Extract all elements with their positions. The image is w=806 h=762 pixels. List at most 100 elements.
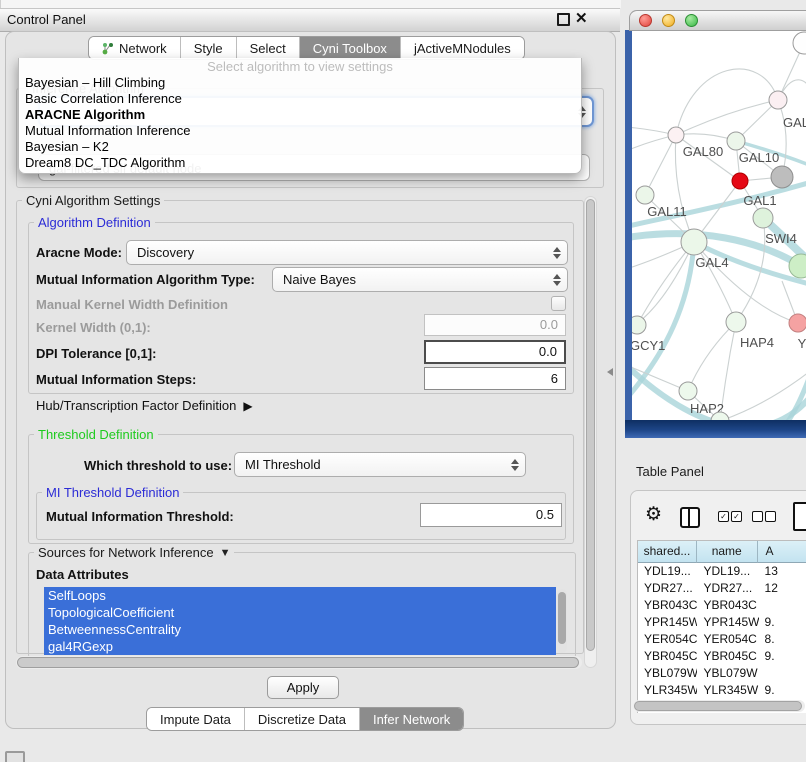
network-edge[interactable] (645, 135, 676, 195)
column-header-a[interactable]: A (758, 541, 806, 563)
network-edge[interactable] (676, 69, 778, 135)
attributes-scrollbar-thumb[interactable] (558, 592, 566, 644)
network-node-gal80[interactable] (668, 127, 684, 143)
network-canvas[interactable]: GALGAL80GAL10GAL1GAL11SWI4GAL4GCY1HAP4YH… (632, 31, 806, 420)
data-attributes-list[interactable]: SelfLoopsTopologicalCoefficientBetweenne… (44, 587, 556, 655)
mi-threshold-input[interactable]: 0.5 (420, 503, 562, 527)
table-scrollbar-thumb[interactable] (634, 701, 802, 711)
algorithm-option-mutual-information-inference[interactable]: Mutual Information Inference (19, 123, 581, 139)
table-cell: YBL079W (697, 665, 758, 682)
attributes-scrollbar[interactable] (557, 589, 567, 653)
tab-select[interactable]: Select (236, 37, 299, 59)
network-node-gal10[interactable] (727, 132, 745, 150)
checked-checkbox-icon[interactable]: ✓ (718, 511, 729, 522)
node-label-gal10: GAL10 (739, 150, 779, 165)
table-row[interactable]: YPR145WYPR145W9. (638, 614, 806, 631)
sources-label[interactable]: Sources for Network Inference▼ (34, 545, 234, 560)
vertical-scrollbar[interactable] (584, 196, 597, 668)
checked-checkbox-icon[interactable]: ✓ (731, 511, 742, 522)
aracne-mode-label: Aracne Mode: (36, 245, 122, 260)
algorithm-option-basic-correlation-inference[interactable]: Basic Correlation Inference (19, 91, 581, 107)
table-row[interactable]: YDL19...YDL19...13 (638, 563, 806, 580)
table-cell: YLR345W (638, 682, 697, 699)
sources-label-text: Sources for Network Inference (38, 545, 214, 560)
hub-definition-expander[interactable]: Hub/Transcription Factor Definition▶ (36, 398, 253, 413)
splitter-arrow-icon[interactable] (607, 368, 613, 376)
dpi-tolerance-input[interactable]: 0.0 (424, 340, 566, 364)
network-window-titlebar[interactable] (629, 10, 806, 31)
network-node-hap4[interactable] (726, 312, 746, 332)
document-icon[interactable] (793, 502, 806, 531)
minimize-traffic-light-icon[interactable] (662, 14, 675, 27)
algorithm-option-dream8-dc-tdc-algorithm[interactable]: Dream8 DC_TDC Algorithm (19, 155, 581, 171)
mi-algorithm-type-combo[interactable]: Naive Bayes (272, 267, 568, 292)
network-edge[interactable] (688, 322, 736, 391)
attribute-item-betweennesscentrality[interactable]: BetweennessCentrality (44, 621, 556, 638)
close-icon[interactable]: ✕ (575, 8, 588, 30)
attribute-item-gal4rgexp[interactable]: gal4RGexp (44, 638, 556, 655)
tab-impute-data[interactable]: Impute Data (147, 708, 244, 730)
tab-network[interactable]: Network (89, 37, 180, 59)
table-horizontal-scrollbar[interactable] (633, 700, 805, 712)
kernel-width-label: Kernel Width (0,1): (36, 320, 151, 335)
network-node-hap2[interactable] (679, 382, 697, 400)
table-cell: YBR043C (697, 597, 758, 614)
apply-button[interactable]: Apply (267, 676, 339, 699)
float-window-icon[interactable] (557, 13, 570, 26)
algorithm-option-aracne-algorithm[interactable]: ARACNE Algorithm (19, 107, 581, 123)
tab-jactivemnodules[interactable]: jActiveMNodules (400, 37, 524, 59)
network-node-gal11[interactable] (636, 186, 654, 204)
tab-label: Infer Network (373, 712, 450, 727)
aracne-mode-combo[interactable]: Discovery (126, 240, 568, 265)
panel-corner-icon[interactable] (5, 751, 25, 762)
algorithm-option-bayesian-k2[interactable]: Bayesian – K2 (19, 139, 581, 155)
gear-icon[interactable]: ⚙ (645, 503, 662, 526)
table-row[interactable]: YBR043CYBR043C (638, 597, 806, 614)
which-threshold-combo[interactable]: MI Threshold (234, 452, 526, 477)
close-traffic-light-icon[interactable] (639, 14, 652, 27)
algorithm-definition-label: Algorithm Definition (34, 215, 155, 230)
network-edge[interactable] (736, 218, 765, 322)
table-row[interactable]: YDR27...YDR27...12 (638, 580, 806, 597)
unchecked-checkbox-icon[interactable] (752, 511, 763, 522)
manual-kernel-width-checkbox[interactable] (551, 296, 566, 311)
vertical-scrollbar-thumb[interactable] (586, 199, 595, 651)
network-edge[interactable] (676, 100, 778, 135)
network-node-gal1[interactable] (732, 173, 748, 189)
column-header-shared[interactable]: shared... (638, 541, 697, 563)
table-cell: YER054C (697, 631, 758, 648)
control-panel-titlebar[interactable] (0, 8, 620, 32)
network-node-swi4[interactable] (753, 208, 773, 228)
table-row[interactable]: YER054CYER054C8. (638, 631, 806, 648)
network-node-gal[interactable] (769, 91, 787, 109)
tab-discretize-data[interactable]: Discretize Data (244, 708, 359, 730)
table-row[interactable]: YBL079WYBL079W (638, 665, 806, 682)
network-edge[interactable] (778, 100, 786, 177)
network-node[interactable] (771, 166, 793, 188)
table-row[interactable]: YLR345WYLR345W9. (638, 682, 806, 699)
node-label-y: Y (798, 336, 806, 351)
algorithm-option-bayesian-hill-climbing[interactable]: Bayesian – Hill Climbing (19, 75, 581, 91)
table-cell: YDR27... (697, 580, 758, 597)
attribute-item-topologicalcoefficient[interactable]: TopologicalCoefficient (44, 604, 556, 621)
mi-algorithm-type-value: Naive Bayes (283, 272, 356, 287)
columns-icon[interactable] (680, 507, 700, 528)
table-row[interactable]: YBR045CYBR045C9. (638, 648, 806, 665)
tab-cyni-toolbox[interactable]: Cyni Toolbox (299, 37, 400, 59)
network-node-y[interactable] (789, 314, 806, 332)
network-node[interactable] (793, 32, 806, 54)
mi-steps-input[interactable]: 6 (424, 367, 566, 390)
horizontal-scrollbar-thumb[interactable] (17, 657, 579, 668)
column-header-name[interactable]: name (697, 541, 758, 563)
kernel-width-input[interactable]: 0.0 (424, 314, 566, 336)
horizontal-scrollbar[interactable] (16, 656, 582, 669)
node-label-hap4: HAP4 (740, 335, 774, 350)
table-cell: 9. (759, 614, 806, 631)
tab-infer-network[interactable]: Infer Network (359, 708, 463, 730)
zoom-traffic-light-icon[interactable] (685, 14, 698, 27)
attribute-item-selfloops[interactable]: SelfLoops (44, 587, 556, 604)
unchecked-checkbox-icon[interactable] (765, 511, 776, 522)
network-node-gal4[interactable] (681, 229, 707, 255)
network-node-gcy1[interactable] (632, 316, 646, 334)
tab-style[interactable]: Style (180, 37, 236, 59)
